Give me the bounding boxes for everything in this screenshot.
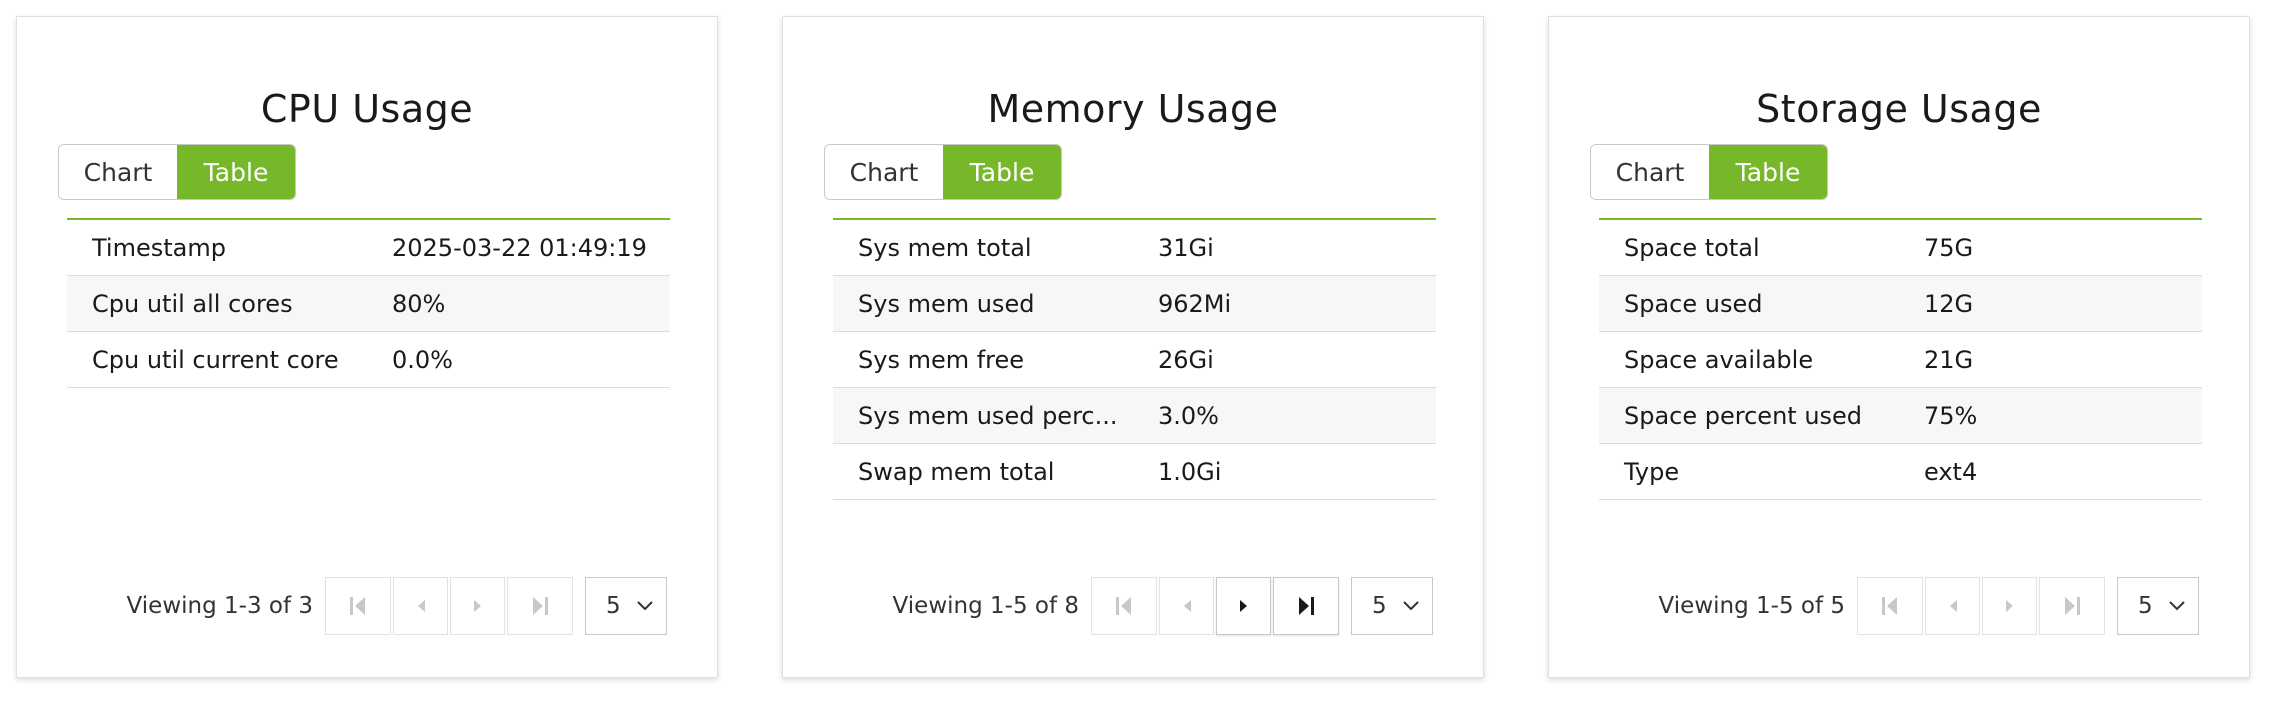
page-size-select[interactable]: 5	[2117, 577, 2199, 635]
first-page-button[interactable]	[325, 577, 391, 635]
next-page-icon	[2005, 600, 2013, 612]
table-row: Space used 12G	[1599, 275, 2202, 332]
next-page-icon	[473, 600, 481, 612]
row-value: 962Mi	[1133, 275, 1436, 332]
storage-usage-card: Storage Usage Chart Table Space total 75…	[1548, 16, 2250, 678]
row-key: Cpu util current core	[67, 331, 367, 388]
viewing-range-text: Viewing 1-5 of 8	[892, 593, 1079, 619]
row-key: Swap mem total	[833, 443, 1133, 500]
row-key: Sys mem free	[833, 331, 1133, 388]
row-value: 0.0%	[367, 331, 670, 388]
chart-view-button[interactable]: Chart	[825, 145, 943, 199]
row-value: 1.0Gi	[1133, 443, 1436, 500]
view-toggle: Chart Table	[1590, 144, 1828, 200]
table-view-button[interactable]: Table	[1709, 145, 1827, 199]
row-key: Sys mem used	[833, 275, 1133, 332]
pagination: Viewing 1-5 of 5 5	[1659, 577, 2199, 635]
table-row: Type ext4	[1599, 443, 2202, 500]
table-row: Swap mem total 1.0Gi	[833, 443, 1436, 500]
first-page-icon	[1116, 597, 1131, 615]
page-size-value: 5	[2138, 593, 2153, 619]
page-size-value: 5	[1372, 593, 1387, 619]
card-title: CPU Usage	[260, 87, 474, 131]
table-row: Space available 21G	[1599, 331, 2202, 388]
table-view-button[interactable]: Table	[943, 145, 1061, 199]
row-key: Cpu util all cores	[67, 275, 367, 332]
first-page-button[interactable]	[1857, 577, 1923, 635]
row-value: 31Gi	[1133, 219, 1436, 276]
row-value: 2025-03-22 01:49:19	[367, 219, 670, 276]
next-page-button[interactable]	[1982, 577, 2037, 635]
table-row: Space total 75G	[1599, 219, 2202, 276]
previous-page-button[interactable]	[1925, 577, 1980, 635]
table-row: Cpu util current core 0.0%	[67, 331, 670, 388]
row-value: ext4	[1899, 443, 2202, 500]
previous-page-icon	[1183, 600, 1191, 612]
table-row: Sys mem used perc... 3.0%	[833, 387, 1436, 444]
page-size-select[interactable]: 5	[585, 577, 667, 635]
row-key: Timestamp	[67, 219, 367, 276]
previous-page-icon	[417, 600, 425, 612]
previous-page-icon	[1949, 600, 1957, 612]
last-page-button[interactable]	[507, 577, 573, 635]
table-row: Cpu util all cores 80%	[67, 275, 670, 332]
table-row: Sys mem total 31Gi	[833, 219, 1436, 276]
row-value: 80%	[367, 275, 670, 332]
page-size-value: 5	[606, 593, 621, 619]
page-size-select[interactable]: 5	[1351, 577, 1433, 635]
view-toggle: Chart Table	[58, 144, 296, 200]
metrics-table: Timestamp 2025-03-22 01:49:19 Cpu util a…	[67, 218, 670, 388]
cpu-usage-card: CPU Usage Chart Table Timestamp 2025-03-…	[16, 16, 718, 678]
table-row: Sys mem used 962Mi	[833, 275, 1436, 332]
chevron-down-icon	[637, 601, 653, 611]
first-page-icon	[1882, 597, 1897, 615]
row-key: Space available	[1599, 331, 1899, 388]
row-key: Sys mem total	[833, 219, 1133, 276]
previous-page-button[interactable]	[393, 577, 448, 635]
dashboard: CPU Usage Chart Table Timestamp 2025-03-…	[0, 0, 2270, 708]
last-page-icon	[1299, 597, 1314, 615]
last-page-icon	[533, 597, 548, 615]
row-value: 12G	[1899, 275, 2202, 332]
first-page-button[interactable]	[1091, 577, 1157, 635]
next-page-icon	[1239, 600, 1247, 612]
last-page-icon	[2065, 597, 2080, 615]
row-key: Space total	[1599, 219, 1899, 276]
chevron-down-icon	[2169, 601, 2185, 611]
table-row: Timestamp 2025-03-22 01:49:19	[67, 219, 670, 276]
card-title: Storage Usage	[1756, 87, 2042, 131]
row-value: 26Gi	[1133, 331, 1436, 388]
viewing-range-text: Viewing 1-5 of 5	[1658, 593, 1845, 619]
last-page-button[interactable]	[2039, 577, 2105, 635]
row-key: Sys mem used perc...	[833, 387, 1133, 444]
chart-view-button[interactable]: Chart	[1591, 145, 1709, 199]
next-page-button[interactable]	[1216, 577, 1271, 635]
row-value: 75%	[1899, 387, 2202, 444]
first-page-icon	[350, 597, 365, 615]
last-page-button[interactable]	[1273, 577, 1339, 635]
previous-page-button[interactable]	[1159, 577, 1214, 635]
metrics-table: Space total 75G Space used 12G Space ava…	[1599, 218, 2202, 500]
table-view-button[interactable]: Table	[177, 145, 295, 199]
memory-usage-card: Memory Usage Chart Table Sys mem total 3…	[782, 16, 1484, 678]
view-toggle: Chart Table	[824, 144, 1062, 200]
pagination: Viewing 1-5 of 8 5	[893, 577, 1433, 635]
row-key: Space percent used	[1599, 387, 1899, 444]
chart-view-button[interactable]: Chart	[59, 145, 177, 199]
row-value: 3.0%	[1133, 387, 1436, 444]
viewing-range-text: Viewing 1-3 of 3	[126, 593, 313, 619]
pagination: Viewing 1-3 of 3 5	[127, 577, 667, 635]
table-row: Sys mem free 26Gi	[833, 331, 1436, 388]
chevron-down-icon	[1403, 601, 1419, 611]
row-key: Space used	[1599, 275, 1899, 332]
table-row: Space percent used 75%	[1599, 387, 2202, 444]
next-page-button[interactable]	[450, 577, 505, 635]
metrics-table: Sys mem total 31Gi Sys mem used 962Mi Sy…	[833, 218, 1436, 500]
row-value: 75G	[1899, 219, 2202, 276]
row-key: Type	[1599, 443, 1899, 500]
card-title: Memory Usage	[987, 87, 1279, 131]
row-value: 21G	[1899, 331, 2202, 388]
